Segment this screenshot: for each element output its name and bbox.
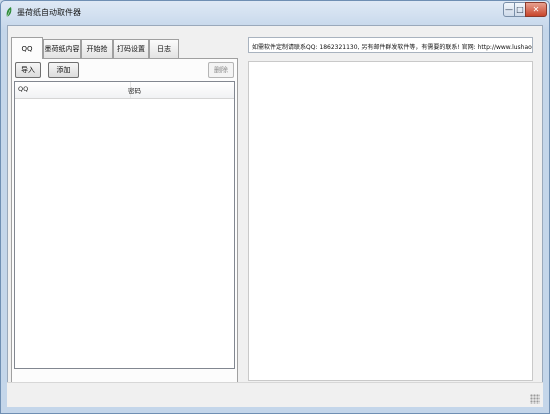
list-header: QQ 密码 bbox=[15, 82, 234, 99]
tab-start[interactable]: 开始抢 bbox=[81, 39, 113, 58]
info-field[interactable]: 如需软件定制请联系QQ: 1862321130, 另有邮件群发软件等，有需要的联… bbox=[248, 37, 533, 53]
import-button[interactable]: 导入 bbox=[15, 62, 41, 78]
web-view-pane[interactable] bbox=[248, 61, 533, 381]
delete-button[interactable]: 删除 bbox=[208, 62, 234, 78]
column-header-qq[interactable]: QQ bbox=[18, 85, 28, 93]
tab-log[interactable]: 日志 bbox=[149, 39, 179, 58]
close-button[interactable]: ✕ bbox=[525, 2, 547, 17]
leaf-icon bbox=[6, 7, 12, 18]
tab-qq[interactable]: QQ bbox=[11, 37, 43, 59]
add-button[interactable]: 添加 bbox=[48, 62, 79, 78]
app-window: 墨荷纸自动取件器 — □ ✕ QQ 墨荷纸内容 开始抢 打码设置 日志 导入 添… bbox=[0, 0, 550, 414]
maximize-icon: □ bbox=[516, 5, 524, 14]
column-header-password[interactable]: 密码 bbox=[128, 85, 141, 95]
close-icon: ✕ bbox=[532, 5, 540, 14]
status-bar bbox=[7, 382, 543, 407]
window-title: 墨荷纸自动取件器 bbox=[17, 8, 81, 17]
qq-tab-panel: 导入 添加 删除 QQ 密码 bbox=[11, 58, 238, 400]
title-bar[interactable]: 墨荷纸自动取件器 — □ ✕ bbox=[1, 1, 549, 25]
resize-grip-icon[interactable] bbox=[530, 394, 540, 404]
tab-captcha-settings[interactable]: 打码设置 bbox=[113, 39, 149, 58]
account-list[interactable]: QQ 密码 bbox=[14, 81, 235, 369]
tab-content[interactable]: 墨荷纸内容 bbox=[43, 39, 81, 58]
minimize-icon: — bbox=[505, 5, 513, 14]
client-area: QQ 墨荷纸内容 开始抢 打码设置 日志 导入 添加 删除 QQ 密码 如需软件… bbox=[7, 25, 543, 405]
